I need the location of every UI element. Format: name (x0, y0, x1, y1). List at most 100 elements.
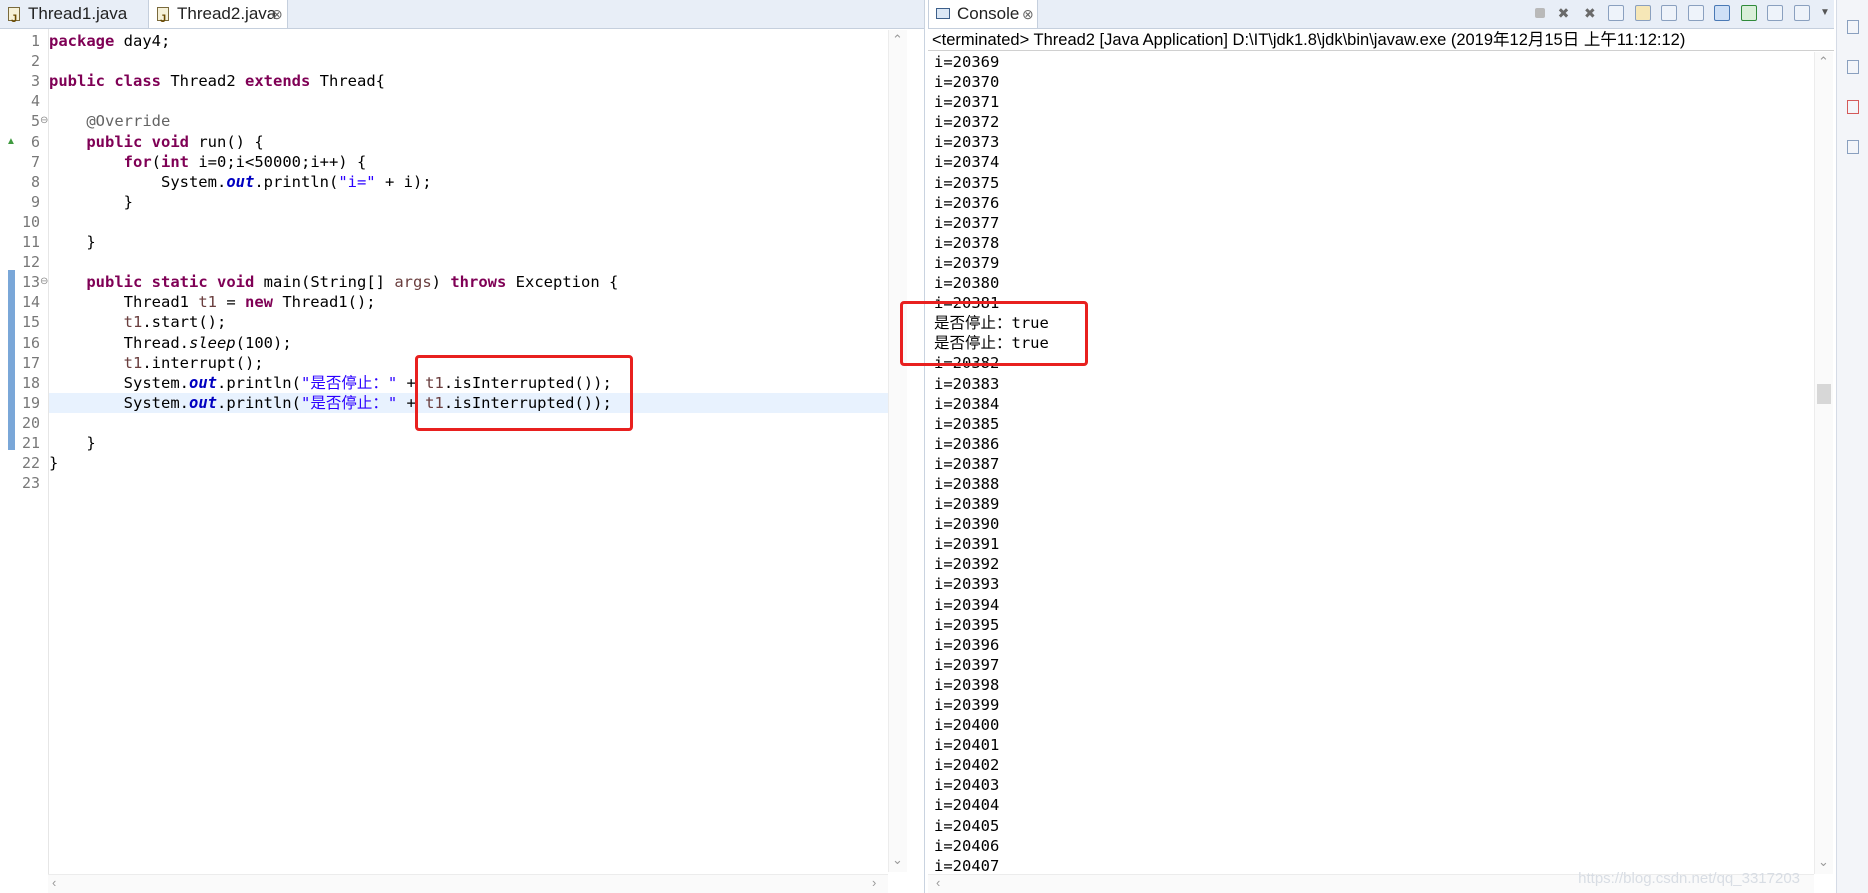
close-tab-icon[interactable]: ⊗ (271, 0, 283, 28)
editor-pane: Thread1.java Thread2.java ⊗ 12345⊖6▲7891… (0, 0, 925, 893)
code-line[interactable]: } (49, 433, 898, 453)
console-output[interactable]: i=20369 i=20370 i=20371 i=20372 i=20373 i=203… (934, 52, 1794, 876)
line-number: 3 (30, 72, 40, 91)
show-on-error-icon[interactable] (1687, 4, 1704, 21)
code-token: ( (151, 152, 161, 171)
code-token: Thread1 (49, 293, 199, 312)
console-line: i=20369 (934, 53, 1000, 71)
code-line[interactable]: System.out.println("i=" + i); (49, 172, 898, 192)
change-marker-bar (8, 270, 15, 450)
line-number-gutter: 1 2 3 4 5 ⊖ 6 ▲ 7 8 9 10 11 12 13 ⊖ 14 15 16 17 18 19 20 21 22 23 (0, 29, 49, 893)
task-list-icon[interactable] (1847, 60, 1859, 74)
line-number: 11 (21, 233, 40, 251)
code-line[interactable]: public void run() { (49, 132, 898, 152)
word-wrap-icon[interactable] (1634, 4, 1651, 21)
pin-console-icon[interactable] (1714, 4, 1731, 21)
scroll-left-icon[interactable]: ‹ (52, 875, 56, 890)
scroll-down-icon[interactable]: ⌄ (892, 852, 903, 868)
console-line: i=20391 (934, 535, 1000, 554)
code-line[interactable]: Thread1 t1 = new Thread1(); (49, 292, 898, 312)
problems-icon[interactable] (1847, 100, 1859, 114)
scroll-up-icon[interactable]: ⌃ (892, 32, 903, 48)
javadoc-icon[interactable] (1847, 140, 1859, 154)
override-marker-icon[interactable]: ▲ (6, 132, 16, 152)
code-line[interactable]: for(int i=0;i<50000;i++) { (49, 152, 898, 172)
open-console-icon[interactable] (1767, 4, 1784, 21)
view-menu-icon[interactable]: ▼ (1820, 5, 1830, 21)
code-token: i=0;i<50000;i++) { (189, 152, 367, 171)
code-line[interactable]: @Override (49, 111, 898, 131)
console-line: i=20403 (934, 776, 1000, 795)
editor-vertical-scrollbar[interactable]: ⌃ ⌄ (888, 30, 907, 872)
code-token: "是否停止：" (300, 393, 398, 412)
code-token: System. (49, 172, 227, 191)
show-on-output-icon[interactable] (1661, 4, 1678, 21)
line-number: 8 (30, 172, 40, 191)
code-line[interactable]: t1.start(); (49, 312, 898, 332)
code-token: Thread1(); (272, 293, 376, 312)
code-token: out (188, 393, 217, 412)
tab-thread1-java[interactable]: Thread1.java (0, 0, 146, 33)
code-line[interactable]: } (49, 232, 898, 252)
scroll-lock-icon[interactable] (1608, 4, 1625, 21)
console-line: i=20375 (934, 173, 1000, 192)
line-number: 7 (30, 152, 40, 171)
code-token: public (86, 132, 143, 151)
line-number: 12 (21, 253, 40, 272)
terminate-icon[interactable] (1535, 7, 1546, 18)
code-line[interactable] (49, 212, 898, 232)
line-number: 23 (21, 474, 40, 493)
outline-icon[interactable] (1847, 20, 1859, 34)
scroll-thumb[interactable] (1817, 384, 1831, 404)
scroll-right-icon[interactable]: › (872, 875, 876, 890)
code-line[interactable]: public static void main(String[] args) t… (49, 272, 898, 292)
code-line[interactable]: } (49, 192, 898, 212)
code-token: } (49, 192, 133, 211)
code-line[interactable] (49, 252, 898, 272)
tab-console[interactable]: Console ⊗ (928, 0, 1038, 28)
console-line: i=20393 (934, 575, 1000, 594)
scroll-down-icon[interactable]: ⌄ (1818, 854, 1829, 870)
line-number: 1 (30, 32, 40, 50)
code-token: t1 (123, 313, 143, 332)
remove-launch-icon[interactable]: ✖ (1555, 5, 1571, 21)
console-vertical-scrollbar[interactable]: ⌃ ⌄ (1814, 52, 1833, 874)
console-line: i=20395 (934, 615, 1000, 634)
line-number: 18 (21, 373, 40, 392)
console-line: i=20390 (934, 515, 1000, 534)
annotation-highlight-console (900, 301, 1088, 366)
code-token: void (217, 273, 255, 292)
code-token: public (86, 273, 143, 292)
console-line: i=20398 (934, 675, 1000, 694)
code-token: static (151, 273, 208, 292)
code-line[interactable]: } (49, 453, 898, 473)
code-line[interactable] (49, 473, 898, 493)
scroll-up-icon[interactable]: ⌃ (1818, 54, 1829, 70)
console-line: i=20399 (934, 696, 1000, 714)
code-line[interactable] (49, 51, 898, 71)
code-line[interactable]: Thread.sleep(100); (49, 333, 898, 353)
line-number: 22 (21, 454, 40, 473)
console-line: i=20374 (934, 153, 1000, 172)
editor-horizontal-scrollbar[interactable]: ‹ › (48, 874, 888, 893)
tab-thread2-java[interactable]: Thread2.java ⊗ (148, 0, 288, 33)
code-token: throws (450, 273, 507, 292)
code-token: .println( (254, 172, 339, 191)
close-tab-icon[interactable]: ⊗ (1022, 0, 1034, 28)
line-number: 20 (21, 413, 40, 432)
divider (928, 50, 1834, 51)
new-console-icon[interactable] (1793, 4, 1810, 21)
display-console-icon[interactable] (1740, 4, 1757, 21)
line-number: 15 (21, 313, 40, 332)
remove-all-icon[interactable]: ✖ (1582, 5, 1598, 21)
editor-tabbar: Thread1.java Thread2.java ⊗ (0, 0, 924, 33)
code-line[interactable]: public class Thread2 extends Thread{ (49, 71, 898, 91)
code-line[interactable]: package day4; (49, 31, 898, 51)
code-line[interactable] (49, 91, 898, 111)
code-token: t1 (198, 293, 217, 312)
scroll-left-icon[interactable]: ‹ (936, 875, 940, 890)
code-token: extends (245, 72, 311, 91)
